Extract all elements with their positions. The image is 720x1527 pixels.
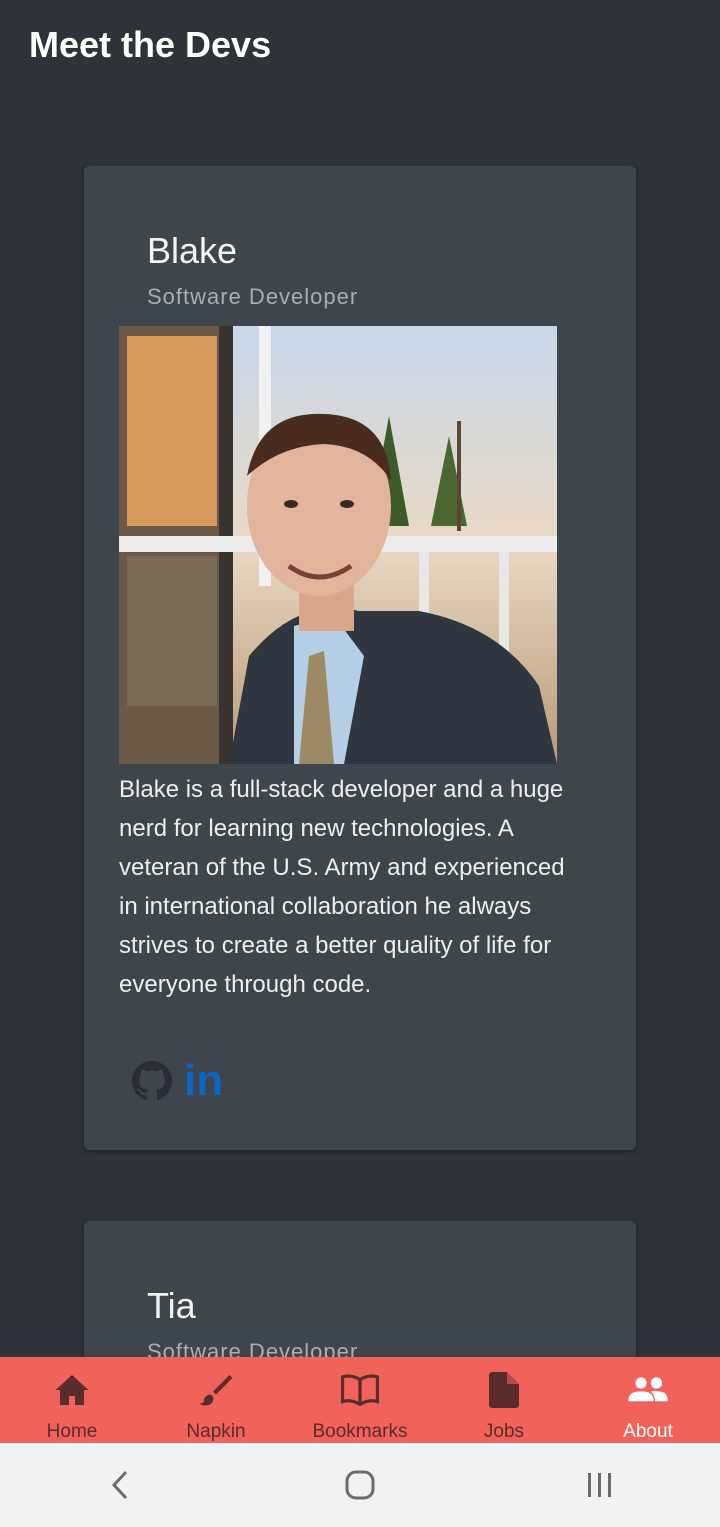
dev-photo	[119, 326, 557, 764]
nav-item-jobs[interactable]: Jobs	[432, 1357, 576, 1443]
dev-card-blake: Blake Software Developer Blake is a full…	[84, 166, 636, 1150]
brush-icon	[198, 1371, 234, 1409]
nav-item-about[interactable]: About	[576, 1357, 720, 1443]
back-icon[interactable]	[75, 1455, 165, 1515]
nav-label: Home	[46, 1421, 98, 1442]
nav-label: About	[623, 1421, 673, 1442]
github-icon[interactable]	[132, 1061, 172, 1101]
document-icon	[489, 1371, 519, 1409]
nav-item-home[interactable]: Home	[0, 1357, 144, 1443]
people-icon	[628, 1371, 668, 1409]
nav-item-bookmarks[interactable]: Bookmarks	[288, 1357, 432, 1443]
nav-label: Jobs	[483, 1421, 525, 1442]
dev-bio: Blake is a full-stack developer and a hu…	[119, 776, 565, 998]
home-icon	[54, 1371, 90, 1409]
bottom-nav: Home Napkin Bookmarks Jobs About	[0, 1357, 720, 1443]
book-icon	[341, 1371, 379, 1409]
dev-name: Tia	[147, 1285, 196, 1326]
home-circle-icon[interactable]	[315, 1455, 405, 1515]
system-nav-bar	[0, 1443, 720, 1527]
nav-label: Bookmarks	[312, 1421, 408, 1442]
recents-icon[interactable]	[555, 1455, 645, 1515]
page-title: Meet the Devs	[29, 24, 272, 65]
social-links: in	[132, 1056, 224, 1105]
dev-name: Blake	[147, 230, 238, 271]
nav-label: Napkin	[186, 1421, 246, 1442]
nav-item-napkin[interactable]: Napkin	[144, 1357, 288, 1443]
linkedin-label: in	[184, 1056, 224, 1105]
dev-role: Software Developer	[147, 284, 359, 309]
linkedin-icon[interactable]: in	[184, 1056, 224, 1105]
